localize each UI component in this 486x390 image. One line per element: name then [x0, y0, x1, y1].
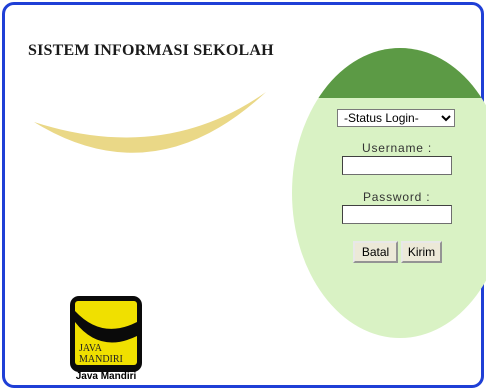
password-input[interactable] [342, 205, 452, 224]
svg-text:MANDIRI: MANDIRI [79, 354, 123, 365]
cancel-button[interactable]: Batal [353, 241, 398, 263]
username-input[interactable] [342, 156, 452, 175]
logo-caption: Java Mandiri [75, 371, 137, 382]
status-login-select[interactable]: -Status Login- [337, 109, 455, 127]
java-mandiri-logo: JAVA MANDIRI [70, 296, 142, 372]
submit-button[interactable]: Kirim [401, 241, 442, 263]
app-title: SISTEM INFORMASI SEKOLAH [28, 42, 274, 59]
decorative-swoosh [34, 92, 266, 153]
password-label: Password : [363, 190, 431, 204]
username-label: Username : [362, 141, 433, 155]
svg-text:JAVA: JAVA [79, 343, 103, 354]
